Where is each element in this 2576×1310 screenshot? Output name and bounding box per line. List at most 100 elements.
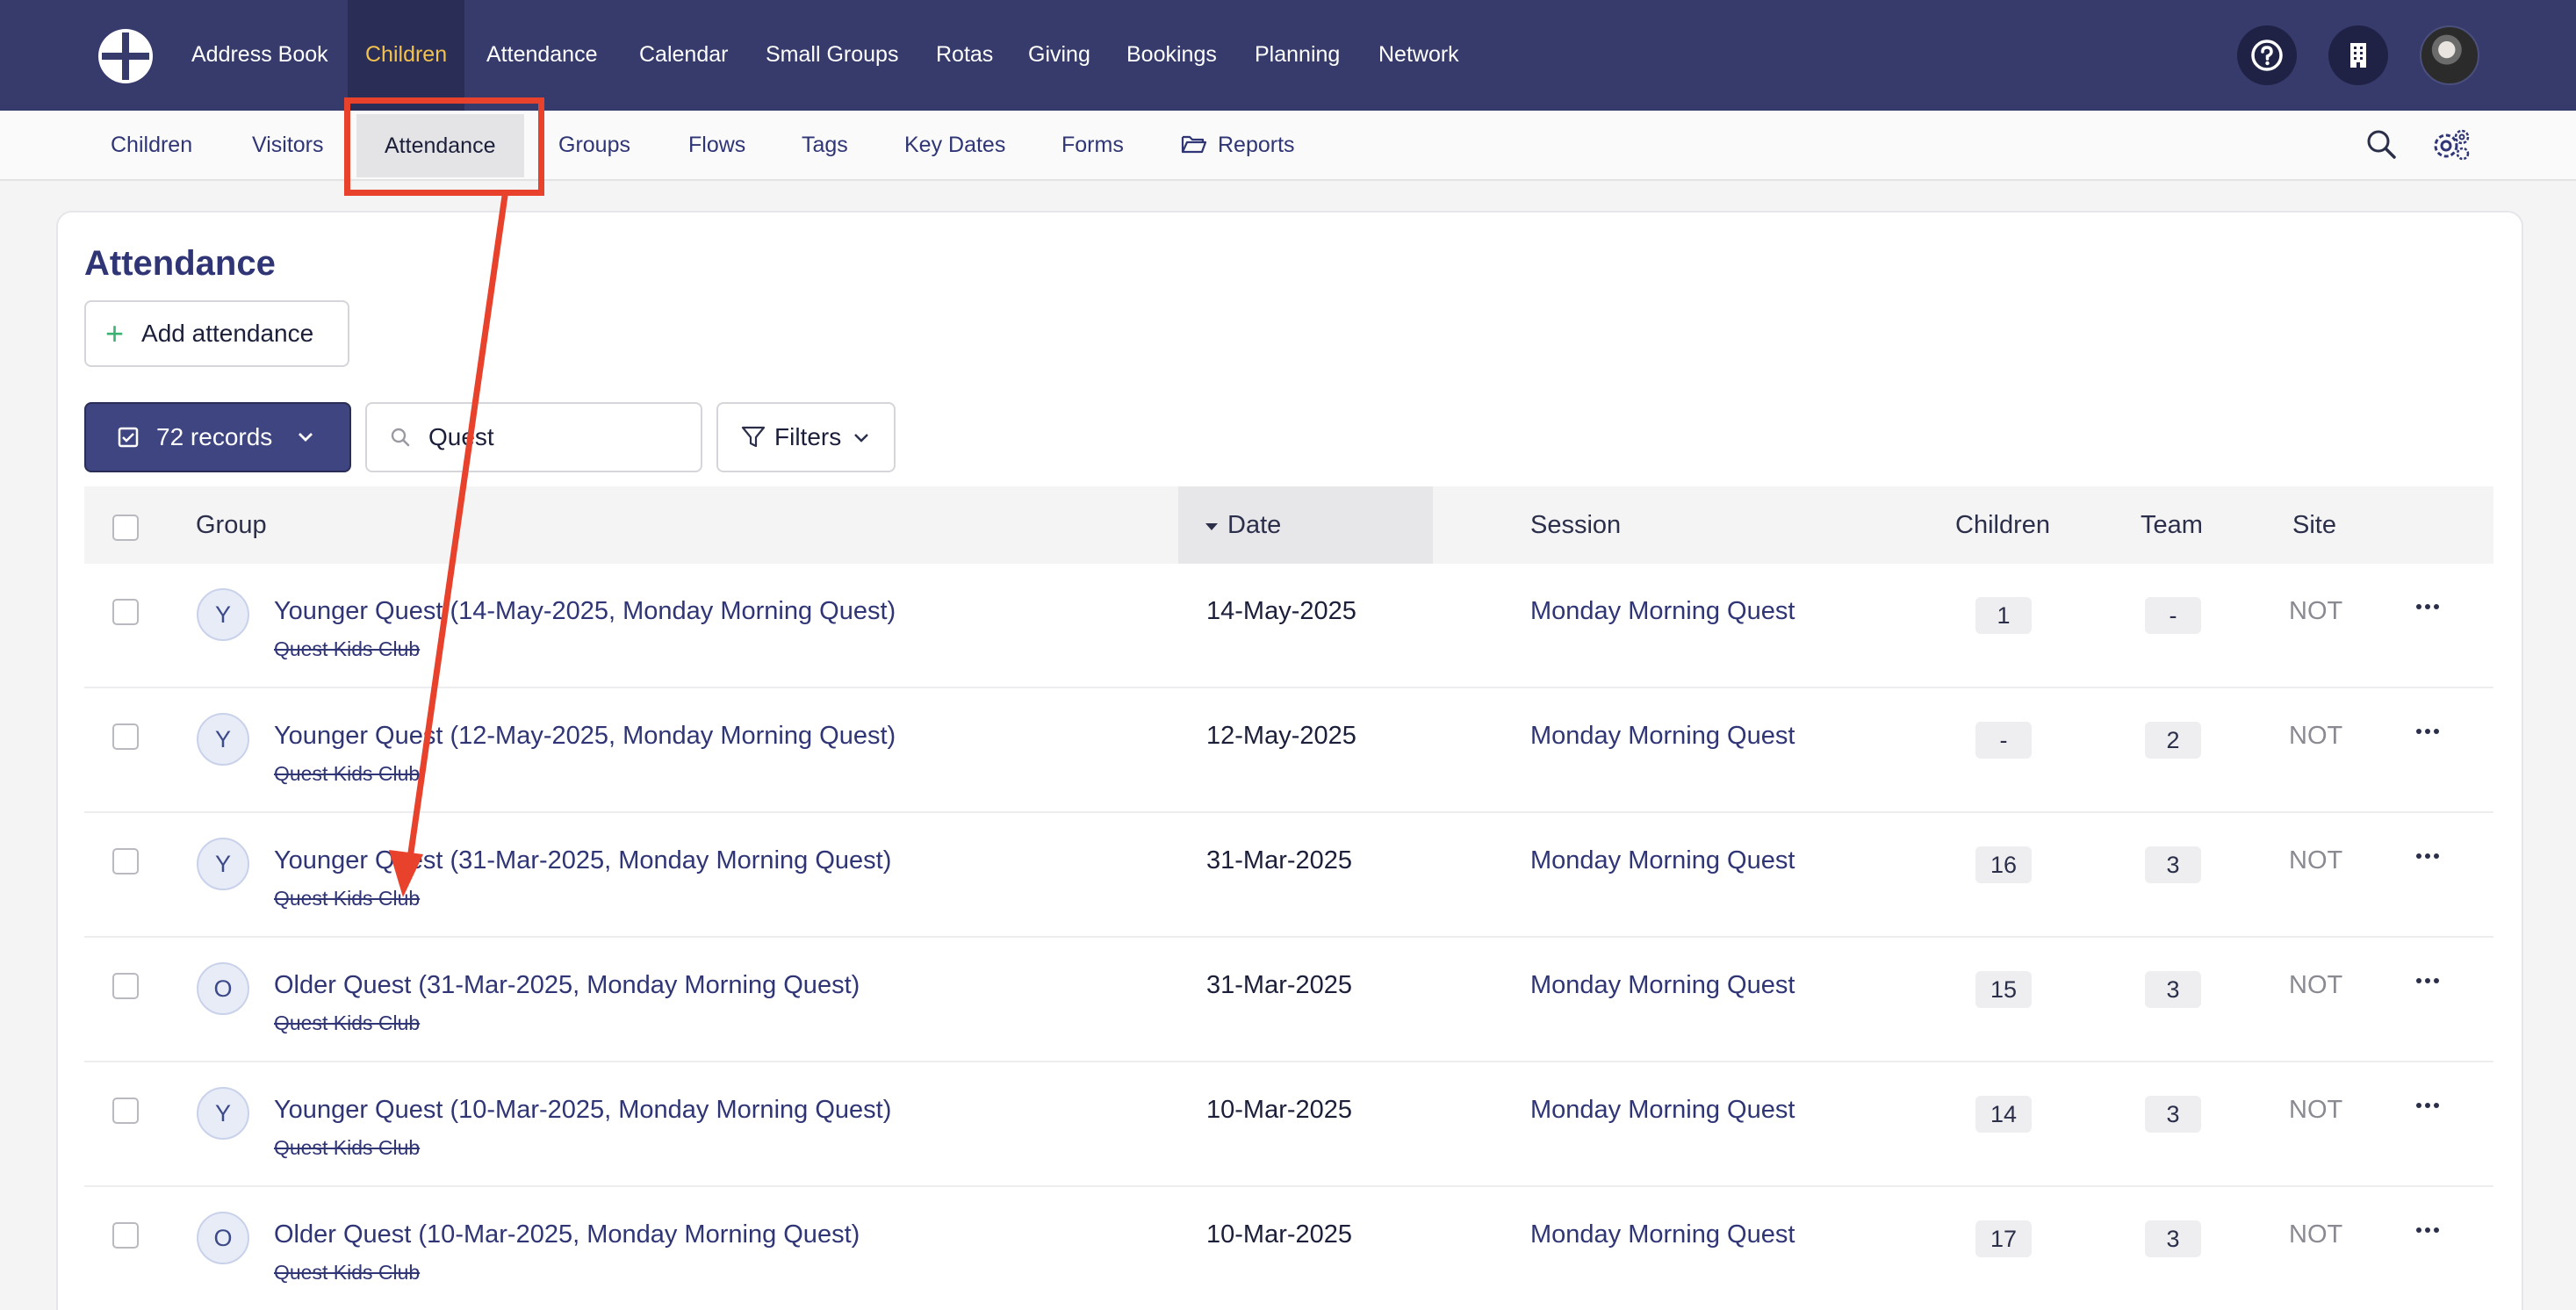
column-header-date-label: Date xyxy=(1227,511,1282,539)
topnav-item-network[interactable]: Network xyxy=(1378,0,1459,111)
user-avatar[interactable] xyxy=(2420,25,2479,85)
column-header-team[interactable]: Team xyxy=(2141,486,2203,564)
site-cell: NOT xyxy=(2289,1220,2343,1249)
select-all-checkbox[interactable] xyxy=(112,515,139,541)
table-row: Y Younger Quest (31-Mar-2025, Monday Mor… xyxy=(84,813,2493,938)
row-checkbox[interactable] xyxy=(112,723,139,750)
subnav-item-reports[interactable]: Reports xyxy=(1181,111,1295,181)
team-count-badge: 3 xyxy=(2145,971,2201,1008)
group-name-link[interactable]: Older Quest (31-Mar-2025, Monday Morning… xyxy=(274,971,860,1000)
club-name-link[interactable]: Quest Kids Club xyxy=(274,887,420,911)
chevron-down-icon xyxy=(299,433,313,442)
more-options-icon[interactable] xyxy=(2416,1103,2439,1110)
session-link[interactable]: Monday Morning Quest xyxy=(1530,597,1795,626)
subnav-item-children[interactable]: Children xyxy=(111,111,192,181)
date-cell: 31-Mar-2025 xyxy=(1206,846,1353,875)
table-row: O Older Quest (10-Mar-2025, Monday Morni… xyxy=(84,1187,2493,1310)
row-checkbox[interactable] xyxy=(112,973,139,999)
column-header-date[interactable]: Date xyxy=(1178,486,1433,564)
row-checkbox[interactable] xyxy=(112,599,139,625)
children-count-badge: 16 xyxy=(1975,846,2032,883)
topnav-item-bookings[interactable]: Bookings xyxy=(1126,0,1217,111)
table-header: Group Date Session Children Team Site xyxy=(84,486,2493,564)
table-row: O Older Quest (31-Mar-2025, Monday Morni… xyxy=(84,938,2493,1062)
checkbox-checked-icon xyxy=(118,427,139,448)
more-options-icon[interactable] xyxy=(2416,604,2439,611)
subnav-item-forms[interactable]: Forms xyxy=(1061,111,1124,181)
date-cell: 12-May-2025 xyxy=(1206,722,1356,750)
club-name-link[interactable]: Quest Kids Club xyxy=(274,1136,420,1160)
subnav-item-groups[interactable]: Groups xyxy=(558,111,630,181)
children-count-badge: - xyxy=(1975,722,2032,759)
subnav-item-key-dates[interactable]: Key Dates xyxy=(904,111,1005,181)
group-name-link[interactable]: Younger Quest (31-Mar-2025, Monday Morni… xyxy=(274,846,891,875)
children-count-badge: 17 xyxy=(1975,1220,2032,1257)
club-name-link[interactable]: Quest Kids Club xyxy=(274,637,420,661)
filters-button[interactable]: Filters xyxy=(716,402,896,472)
session-link[interactable]: Monday Morning Quest xyxy=(1530,971,1795,1000)
help-icon xyxy=(2251,40,2283,71)
children-count-badge: 1 xyxy=(1975,597,2032,634)
topnav-item-rotas[interactable]: Rotas xyxy=(936,0,993,111)
topnav-item-calendar[interactable]: Calendar xyxy=(639,0,728,111)
subnav-item-attendance[interactable]: Attendance xyxy=(356,114,524,177)
table-row: Y Younger Quest (14-May-2025, Monday Mor… xyxy=(84,564,2493,688)
subnav-item-tags[interactable]: Tags xyxy=(802,111,848,181)
date-cell: 10-Mar-2025 xyxy=(1206,1220,1353,1249)
topnav-item-address-book[interactable]: Address Book xyxy=(191,0,328,111)
group-name-link[interactable]: Older Quest (10-Mar-2025, Monday Morning… xyxy=(274,1220,860,1249)
group-initial-avatar: Y xyxy=(197,838,249,890)
subnav-item-visitors[interactable]: Visitors xyxy=(252,111,324,181)
site-cell: NOT xyxy=(2289,846,2343,875)
topnav-item-children[interactable]: Children xyxy=(348,0,465,111)
more-options-icon[interactable] xyxy=(2416,1227,2439,1234)
more-options-icon[interactable] xyxy=(2416,729,2439,736)
add-attendance-button[interactable]: + Add attendance xyxy=(84,300,349,367)
group-name-link[interactable]: Younger Quest (14-May-2025, Monday Morni… xyxy=(274,597,896,626)
group-name-link[interactable]: Younger Quest (10-Mar-2025, Monday Morni… xyxy=(274,1096,891,1125)
more-options-icon[interactable] xyxy=(2416,853,2439,860)
team-count-badge: 3 xyxy=(2145,1220,2201,1257)
column-header-session[interactable]: Session xyxy=(1530,486,1621,564)
column-header-group[interactable]: Group xyxy=(196,486,267,564)
topnav-item-giving[interactable]: Giving xyxy=(1028,0,1090,111)
row-checkbox[interactable] xyxy=(112,1098,139,1124)
settings-gear-icon[interactable] xyxy=(2432,128,2471,162)
page-title: Attendance xyxy=(84,244,276,283)
session-link[interactable]: Monday Morning Quest xyxy=(1530,1220,1795,1249)
help-button[interactable] xyxy=(2237,25,2297,85)
session-link[interactable]: Monday Morning Quest xyxy=(1530,722,1795,751)
filters-label: Filters xyxy=(774,423,842,450)
site-cell: NOT xyxy=(2289,722,2343,750)
search-field[interactable] xyxy=(365,402,702,472)
club-name-link[interactable]: Quest Kids Club xyxy=(274,1011,420,1035)
row-checkbox[interactable] xyxy=(112,1222,139,1249)
session-link[interactable]: Monday Morning Quest xyxy=(1530,1096,1795,1125)
team-count-badge: 3 xyxy=(2145,846,2201,883)
site-cell: NOT xyxy=(2289,1096,2343,1124)
top-navigation-bar: Address Book Children Attendance Calenda… xyxy=(0,0,2576,111)
search-icon[interactable] xyxy=(2365,128,2397,160)
row-checkbox[interactable] xyxy=(112,848,139,875)
plus-icon: + xyxy=(105,315,125,351)
subnav-item-reports-label: Reports xyxy=(1218,133,1295,157)
search-icon xyxy=(391,428,410,447)
filter-funnel-icon xyxy=(741,426,766,448)
session-link[interactable]: Monday Morning Quest xyxy=(1530,846,1795,875)
records-selector-button[interactable]: 72 records xyxy=(84,402,351,472)
column-header-site[interactable]: Site xyxy=(2292,486,2336,564)
topnav-item-attendance[interactable]: Attendance xyxy=(486,0,598,111)
group-name-link[interactable]: Younger Quest (12-May-2025, Monday Morni… xyxy=(274,722,896,751)
organisation-button[interactable] xyxy=(2328,25,2388,85)
table-row: Y Younger Quest (10-Mar-2025, Monday Mor… xyxy=(84,1062,2493,1187)
subnav-item-flows[interactable]: Flows xyxy=(688,111,745,181)
table-row: Y Younger Quest (12-May-2025, Monday Mor… xyxy=(84,688,2493,813)
club-name-link[interactable]: Quest Kids Club xyxy=(274,762,420,786)
topnav-item-planning[interactable]: Planning xyxy=(1255,0,1340,111)
topnav-item-small-groups[interactable]: Small Groups xyxy=(766,0,898,111)
more-options-icon[interactable] xyxy=(2416,978,2439,985)
app-logo-icon[interactable] xyxy=(95,25,156,87)
search-input[interactable] xyxy=(428,423,666,451)
column-header-children[interactable]: Children xyxy=(1955,486,2050,564)
club-name-link[interactable]: Quest Kids Club xyxy=(274,1261,420,1285)
